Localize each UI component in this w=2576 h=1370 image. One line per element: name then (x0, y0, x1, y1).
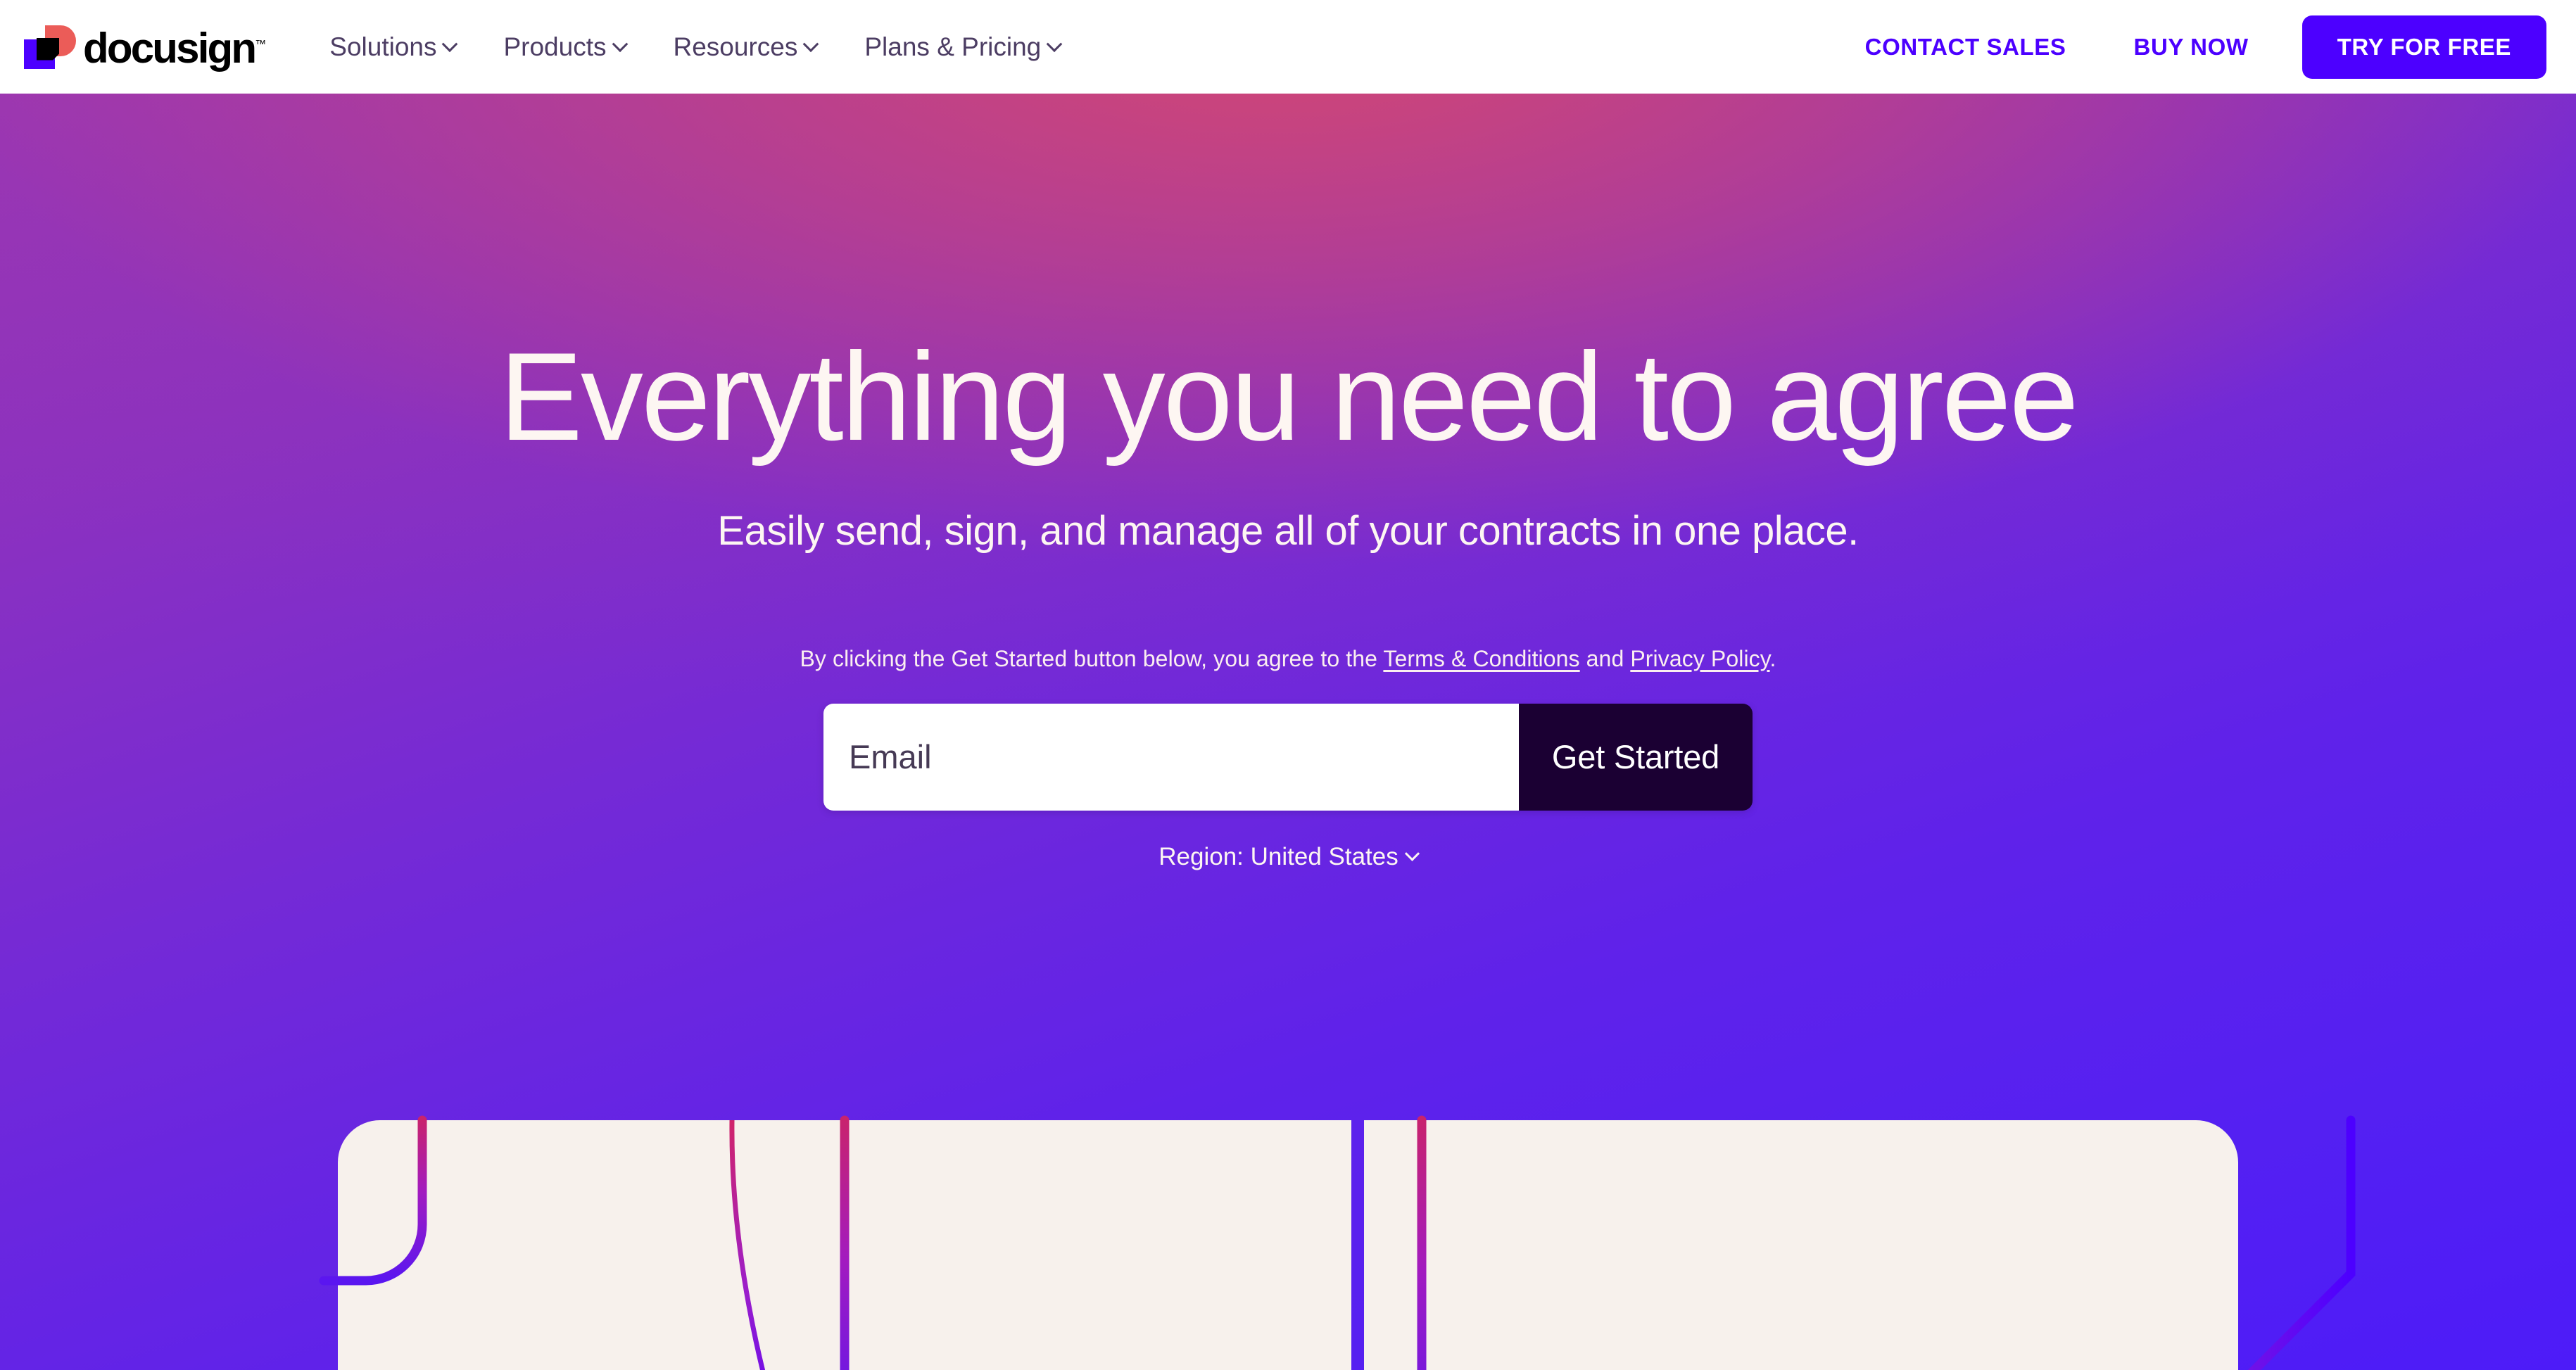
contact-sales-link[interactable]: CONTACT SALES (1831, 34, 2100, 61)
terms-disclaimer: By clicking the Get Started button below… (0, 646, 2576, 672)
cream-panel-right (1364, 1120, 2238, 1370)
hero-title: Everything you need to agree (499, 326, 2078, 467)
try-for-free-button[interactable]: TRY FOR FREE (2302, 15, 2546, 79)
primary-navigation: Solutions Products Resources Plans & Pri… (329, 32, 1063, 62)
signup-form: Get Started (823, 703, 1753, 811)
page-root: docusign™ Solutions Products Resources P… (0, 0, 2576, 1370)
docusign-logo-icon (21, 25, 76, 69)
nav-item-label: Resources (673, 32, 798, 61)
nav-item-label: Solutions (329, 32, 437, 61)
chevron-down-icon (1404, 846, 1420, 861)
decorative-paths-svg (319, 1115, 2356, 1370)
hero-decorative-graphic (0, 1105, 2576, 1370)
chevron-down-icon (442, 35, 458, 52)
nav-item-solutions[interactable]: Solutions (329, 32, 458, 62)
terms-prefix-text: By clicking the Get Started button below… (800, 645, 1384, 671)
chevron-down-icon (612, 35, 628, 52)
docusign-logo-link[interactable]: docusign™ (21, 25, 266, 69)
site-header: docusign™ Solutions Products Resources P… (0, 0, 2576, 94)
logo-trademark: ™ (255, 38, 267, 51)
nav-item-plans-pricing[interactable]: Plans & Pricing (864, 32, 1063, 62)
terms-and-conditions-link[interactable]: Terms & Conditions (1383, 646, 1579, 671)
terms-suffix-text: . (1769, 645, 1776, 671)
nav-item-label: Plans & Pricing (864, 32, 1042, 61)
hero-subtitle: Easily send, sign, and manage all of you… (717, 507, 1859, 554)
region-selector[interactable]: Region: United States (1158, 842, 1420, 871)
header-actions: CONTACT SALES BUY NOW TRY FOR FREE (1831, 15, 2546, 79)
nav-item-products[interactable]: Products (503, 32, 628, 62)
email-input[interactable] (823, 703, 1519, 811)
hero-section: Everything you need to agree Easily send… (0, 94, 2576, 1370)
logo-wordmark: docusign™ (83, 27, 266, 70)
terms-conjunction-text: and (1579, 645, 1631, 671)
nav-item-resources[interactable]: Resources (673, 32, 819, 62)
buy-now-link[interactable]: BUY NOW (2100, 34, 2283, 61)
chevron-down-icon (803, 35, 819, 52)
chevron-down-icon (1046, 35, 1063, 52)
get-started-button[interactable]: Get Started (1519, 703, 1753, 811)
logo-wordmark-text: docusign (83, 24, 257, 72)
privacy-policy-link[interactable]: Privacy Policy (1630, 646, 1769, 671)
nav-item-label: Products (503, 32, 607, 61)
logo-black-square (37, 37, 59, 61)
region-selector-label: Region: United States (1158, 842, 1399, 870)
